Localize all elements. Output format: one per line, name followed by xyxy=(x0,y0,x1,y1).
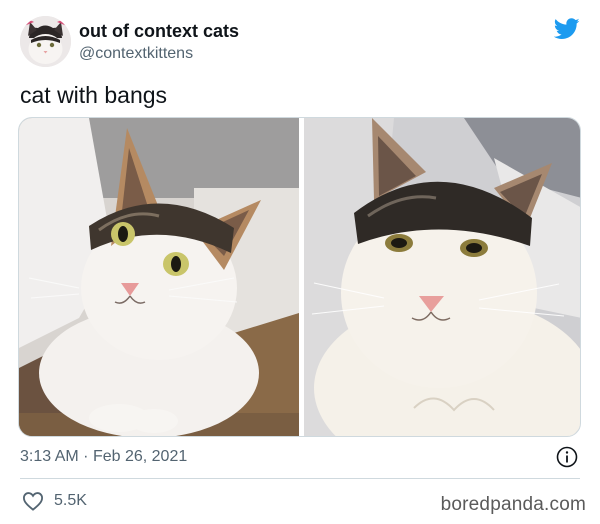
tweet-timestamp[interactable]: 3:13 AM · Feb 26, 2021 xyxy=(20,446,187,468)
divider xyxy=(20,478,580,479)
tweet-text: cat with bangs xyxy=(20,82,168,108)
timestamp-separator: · xyxy=(83,448,89,465)
avatar[interactable] xyxy=(20,16,71,67)
tweet-header: out of context cats @contextkittens xyxy=(20,16,580,68)
tweet-time: 3:13 AM xyxy=(20,448,79,465)
display-name[interactable]: out of context cats xyxy=(79,20,239,42)
info-icon[interactable] xyxy=(556,446,578,468)
user-handle[interactable]: @contextkittens xyxy=(79,44,239,64)
cat-photo-left[interactable] xyxy=(19,118,299,436)
tweet-card: out of context cats @contextkittens cat … xyxy=(0,0,600,524)
like-count: 5.5K xyxy=(54,492,87,509)
watermark: boredpanda.com xyxy=(440,494,586,515)
heart-icon xyxy=(22,491,44,511)
tweet-date: Feb 26, 2021 xyxy=(92,448,188,465)
cat-photo-right[interactable] xyxy=(304,118,580,436)
author-names: out of context cats @contextkittens xyxy=(79,20,239,64)
twitter-bird-icon[interactable] xyxy=(553,18,580,40)
tweet-media[interactable] xyxy=(18,117,581,437)
